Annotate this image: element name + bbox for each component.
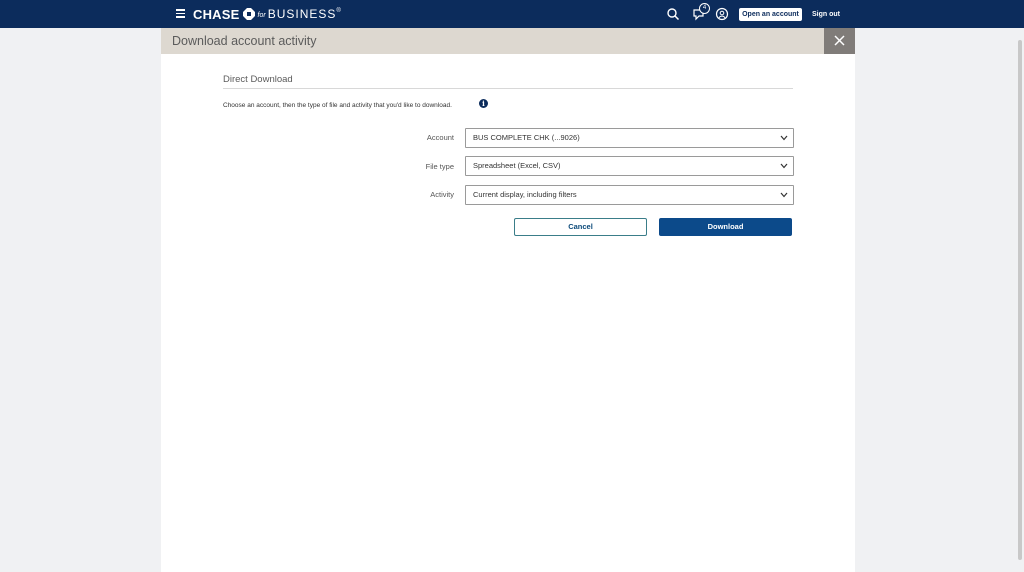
logo-chase-text: CHASE bbox=[193, 6, 240, 22]
file-type-label: File type bbox=[425, 162, 454, 171]
download-activity-panel: Download account activity Direct Downloa… bbox=[161, 28, 855, 572]
top-nav-bar: CHASE for BUSINESS ® 4 Open an account S… bbox=[0, 0, 1024, 28]
open-account-button[interactable]: Open an account bbox=[739, 8, 802, 21]
cancel-button[interactable]: Cancel bbox=[514, 218, 647, 236]
chevron-down-icon bbox=[780, 135, 788, 141]
chevron-down-icon bbox=[780, 192, 788, 198]
instructions-text: Choose an account, then the type of file… bbox=[223, 102, 452, 109]
info-icon[interactable]: i bbox=[479, 99, 488, 108]
profile-icon[interactable] bbox=[715, 7, 729, 21]
account-label: Account bbox=[426, 133, 454, 142]
account-select-value: BUS COMPLETE CHK (...9026) bbox=[473, 133, 580, 142]
close-icon bbox=[834, 35, 845, 46]
chase-octagon-icon bbox=[242, 8, 255, 20]
activity-label: Activity bbox=[430, 190, 454, 199]
sign-out-button[interactable]: Sign out bbox=[812, 8, 840, 21]
page-scrollbar-thumb[interactable] bbox=[1018, 40, 1022, 560]
logo-business-text: BUSINESS bbox=[267, 7, 337, 21]
search-icon[interactable] bbox=[666, 7, 680, 21]
account-select[interactable]: BUS COMPLETE CHK (...9026) bbox=[465, 128, 794, 148]
page-title: Download account activity bbox=[172, 34, 317, 48]
activity-select-value: Current display, including filters bbox=[473, 190, 577, 199]
panel-header: Download account activity bbox=[161, 28, 855, 54]
chase-business-logo[interactable]: CHASE for BUSINESS ® bbox=[193, 6, 341, 22]
notification-count-badge: 4 bbox=[699, 3, 710, 14]
chevron-down-icon bbox=[780, 163, 788, 169]
logo-for-text: for bbox=[257, 11, 266, 19]
file-type-select[interactable]: Spreadsheet (Excel, CSV) bbox=[465, 156, 794, 176]
menu-icon[interactable] bbox=[176, 9, 185, 18]
file-type-select-value: Spreadsheet (Excel, CSV) bbox=[473, 161, 561, 170]
activity-select[interactable]: Current display, including filters bbox=[465, 185, 794, 205]
logo-trademark: ® bbox=[336, 8, 341, 14]
section-title: Direct Download bbox=[223, 74, 293, 85]
close-button[interactable] bbox=[824, 28, 855, 54]
download-button[interactable]: Download bbox=[659, 218, 792, 236]
section-divider bbox=[223, 88, 793, 89]
